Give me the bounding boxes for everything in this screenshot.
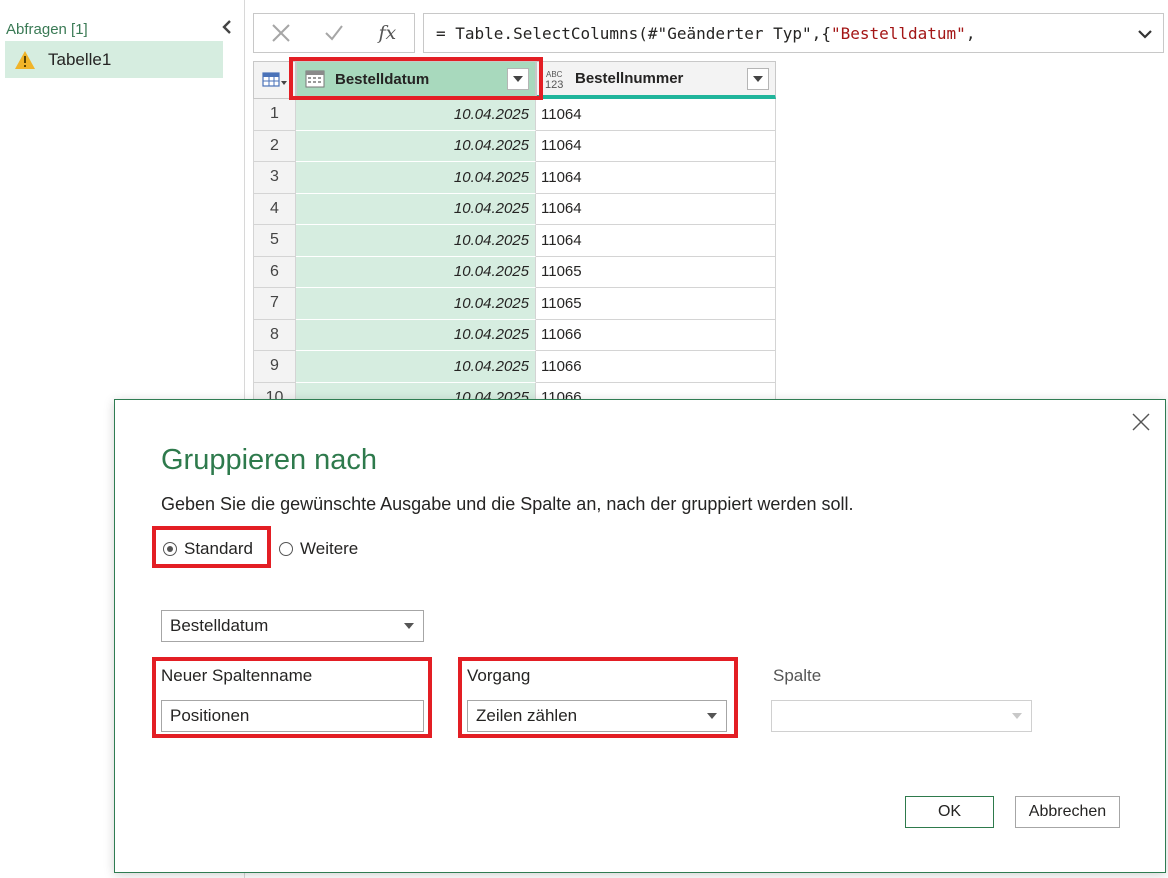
calendar-icon — [303, 68, 327, 90]
close-dialog-button[interactable] — [1129, 410, 1153, 434]
formula-tools: fx — [253, 13, 415, 53]
warning-icon — [14, 50, 36, 70]
cell-bestellnummer[interactable]: 11065 — [536, 288, 776, 320]
operation-value: Zeilen zählen — [476, 706, 578, 725]
operation-label: Vorgang — [467, 666, 531, 685]
column-label: Spalte — [773, 666, 822, 685]
row-number: 6 — [253, 256, 296, 288]
formula-suffix: , — [965, 23, 976, 43]
close-icon — [271, 24, 290, 42]
group-by-column-value: Bestelldatum — [170, 616, 269, 635]
chevron-down-icon — [404, 623, 414, 629]
formula-string: "Bestelldatum" — [830, 23, 966, 43]
query-item-tabelle1[interactable]: Tabelle1 — [5, 41, 223, 78]
cell-bestelldatum[interactable]: 10.04.2025 — [296, 288, 536, 320]
check-icon — [325, 25, 343, 41]
chevron-left-icon — [222, 20, 231, 34]
column-header-bestelldatum[interactable]: Bestelldatum — [296, 61, 536, 99]
cell-bestellnummer[interactable]: 11065 — [536, 256, 776, 288]
type-label-bottom: 123 — [545, 79, 563, 90]
cell-bestellnummer[interactable]: 11066 — [536, 319, 776, 351]
collapse-pane-button[interactable] — [216, 14, 238, 40]
chevron-down-icon — [513, 76, 523, 82]
formula-text: = Table.SelectColumns(#"Geänderter Typ",… — [436, 24, 975, 43]
cancel-button[interactable]: Abbrechen — [1015, 796, 1120, 828]
column-filter-button[interactable] — [747, 67, 769, 90]
ok-button[interactable]: OK — [905, 796, 994, 828]
chevron-down-icon — [1012, 713, 1022, 719]
column-name: Bestelldatum — [335, 70, 430, 88]
row-number: 2 — [253, 130, 296, 162]
cell-bestelldatum[interactable]: 10.04.2025 — [296, 225, 536, 257]
cell-bestellnummer[interactable]: 11064 — [536, 130, 776, 162]
radio-checked-icon — [163, 542, 177, 556]
fx-icon: fx — [378, 22, 397, 44]
type-label-top: ABC — [546, 70, 563, 79]
radio-advanced-label: Weitere — [300, 539, 359, 558]
cell-bestelldatum[interactable]: 10.04.2025 — [296, 351, 536, 383]
cell-bestellnummer[interactable]: 11064 — [536, 225, 776, 257]
expand-formula-button[interactable] — [1133, 23, 1157, 45]
row-number: 1 — [253, 99, 296, 131]
cancel-formula-button[interactable] — [254, 14, 307, 52]
row-number: 7 — [253, 288, 296, 320]
column-header-bestellnummer[interactable]: ABC 123 Bestellnummer — [536, 61, 776, 99]
formula-prefix: = Table.SelectColumns(#"Geänderter Typ",… — [436, 23, 831, 43]
any-type-icon: ABC 123 — [543, 68, 567, 90]
row-number: 8 — [253, 319, 296, 351]
row-number: 9 — [253, 351, 296, 383]
cell-bestelldatum[interactable]: 10.04.2025 — [296, 99, 536, 131]
radio-advanced[interactable]: Weitere — [279, 539, 358, 559]
column-filter-button[interactable] — [507, 68, 529, 90]
table-row[interactable]: 2 10.04.2025 11064 — [253, 130, 776, 162]
formula-input[interactable]: = Table.SelectColumns(#"Geänderter Typ",… — [423, 13, 1164, 53]
query-label: Tabelle1 — [48, 49, 112, 69]
aggregate-column-select — [771, 700, 1032, 732]
table-row[interactable]: 6 10.04.2025 11065 — [253, 256, 776, 288]
row-number: 4 — [253, 193, 296, 225]
table-icon — [261, 72, 287, 87]
new-column-name-input[interactable] — [161, 700, 424, 732]
commit-formula-button[interactable] — [307, 14, 360, 52]
cell-bestelldatum[interactable]: 10.04.2025 — [296, 319, 536, 351]
queries-header: Abfragen [1] — [6, 21, 88, 38]
row-number: 5 — [253, 225, 296, 257]
dialog-title: Gruppieren nach — [161, 444, 378, 476]
radio-standard-label: Standard — [184, 539, 253, 558]
table-row[interactable]: 4 10.04.2025 11064 — [253, 193, 776, 225]
chevron-down-icon — [1138, 30, 1152, 39]
insert-function-button[interactable]: fx — [361, 14, 414, 52]
table-row[interactable]: 1 10.04.2025 11064 — [253, 99, 776, 131]
radio-unchecked-icon — [279, 542, 293, 556]
cell-bestellnummer[interactable]: 11064 — [536, 193, 776, 225]
group-by-column-select[interactable]: Bestelldatum — [161, 610, 424, 642]
table-row[interactable]: 5 10.04.2025 11064 — [253, 225, 776, 257]
chevron-down-icon — [707, 713, 717, 719]
chevron-down-icon — [753, 75, 763, 82]
group-by-dialog: Gruppieren nach Geben Sie die gewünschte… — [114, 399, 1166, 873]
cell-bestellnummer[interactable]: 11066 — [536, 351, 776, 383]
data-grid: Bestelldatum ABC 123 Bestellnummer 1 10.0… — [253, 61, 776, 401]
radio-standard[interactable]: Standard — [163, 539, 253, 559]
cell-bestellnummer[interactable]: 11064 — [536, 99, 776, 131]
table-row[interactable]: 7 10.04.2025 11065 — [253, 288, 776, 320]
table-row[interactable]: 3 10.04.2025 11064 — [253, 162, 776, 194]
operation-select[interactable]: Zeilen zählen — [467, 700, 727, 732]
row-number: 3 — [253, 162, 296, 194]
table-menu-button[interactable] — [253, 61, 296, 99]
cell-bestelldatum[interactable]: 10.04.2025 — [296, 130, 536, 162]
close-icon — [1132, 413, 1150, 431]
table-row[interactable]: 9 10.04.2025 11066 — [253, 351, 776, 383]
table-row[interactable]: 8 10.04.2025 11066 — [253, 319, 776, 351]
new-column-label: Neuer Spaltenname — [161, 666, 313, 685]
cell-bestelldatum[interactable]: 10.04.2025 — [296, 256, 536, 288]
column-name: Bestellnummer — [575, 70, 684, 87]
cell-bestelldatum[interactable]: 10.04.2025 — [296, 193, 536, 225]
cell-bestellnummer[interactable]: 11064 — [536, 162, 776, 194]
dialog-description: Geben Sie die gewünschte Ausgabe und die… — [161, 494, 854, 514]
cell-bestelldatum[interactable]: 10.04.2025 — [296, 162, 536, 194]
